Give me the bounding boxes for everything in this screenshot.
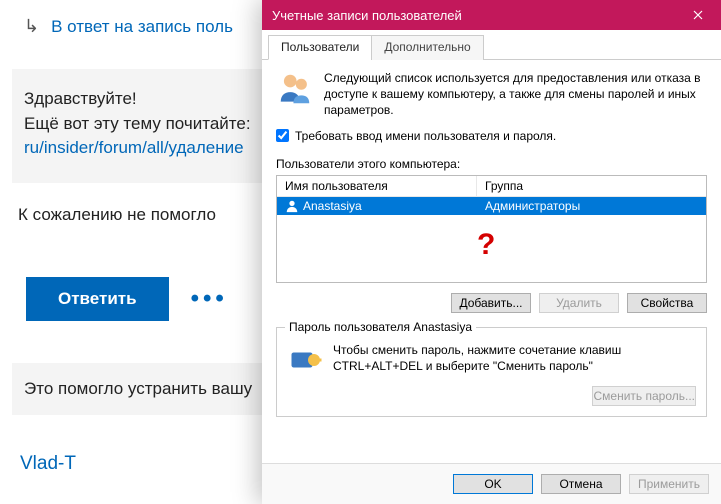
more-actions-button[interactable]: •••: [191, 285, 228, 313]
cancel-button[interactable]: Отмена: [541, 474, 621, 494]
tab-users[interactable]: Пользователи: [268, 35, 372, 60]
key-icon: [287, 342, 323, 378]
apply-button: Применить: [629, 474, 709, 494]
ok-button[interactable]: OK: [453, 474, 533, 494]
answer-button[interactable]: Ответить: [26, 277, 169, 321]
close-icon: [693, 8, 703, 23]
groupbox-title: Пароль пользователя Anastasiya: [285, 320, 476, 334]
col-group[interactable]: Группа: [477, 176, 706, 196]
user-icon: [285, 199, 299, 213]
dialog-footer: OK Отмена Применить: [262, 463, 721, 504]
intro-row: Следующий список используется для предос…: [276, 70, 707, 119]
cell-username: Anastasiya: [303, 199, 362, 213]
properties-button[interactable]: Свойства: [627, 293, 707, 313]
users-list-label: Пользователи этого компьютера:: [276, 149, 707, 175]
tab-advanced[interactable]: Дополнительно: [371, 35, 483, 60]
annotation-question-mark: ?: [477, 228, 495, 262]
password-instruction: Чтобы сменить пароль, нажмите сочетание …: [333, 342, 696, 378]
dialog-title: Учетные записи пользователей: [272, 8, 462, 23]
users-table[interactable]: Имя пользователя Группа Anastasiya Админ…: [276, 175, 707, 283]
col-username[interactable]: Имя пользователя: [277, 176, 477, 196]
users-icon: [276, 70, 314, 108]
intro-text: Следующий список используется для предос…: [324, 70, 707, 119]
remove-user-button: Удалить: [539, 293, 619, 313]
require-login-checkbox-row[interactable]: Требовать ввод имени пользователя и паро…: [276, 119, 707, 149]
tab-body-users: Следующий список используется для предос…: [262, 60, 721, 463]
cell-group: Администраторы: [477, 197, 706, 215]
change-password-button: Сменить пароль...: [592, 386, 696, 406]
table-row[interactable]: Anastasiya Администраторы: [277, 197, 706, 215]
require-login-label: Требовать ввод имени пользователя и паро…: [295, 129, 556, 143]
in-reply-to-link[interactable]: В ответ на запись поль: [51, 17, 233, 37]
password-groupbox: Пароль пользователя Anastasiya Чтобы сме…: [276, 327, 707, 417]
table-header: Имя пользователя Группа: [277, 176, 706, 197]
user-accounts-dialog: Учетные записи пользователей Пользовател…: [262, 0, 721, 504]
require-login-checkbox[interactable]: [276, 129, 289, 142]
dialog-titlebar: Учетные записи пользователей: [262, 0, 721, 30]
add-user-button[interactable]: Добавить...: [451, 293, 531, 313]
reply-arrow-icon: ↳: [24, 16, 39, 37]
user-crud-buttons: Добавить... Удалить Свойства: [276, 283, 707, 313]
tabstrip: Пользователи Дополнительно: [262, 30, 721, 60]
close-button[interactable]: [675, 0, 721, 30]
